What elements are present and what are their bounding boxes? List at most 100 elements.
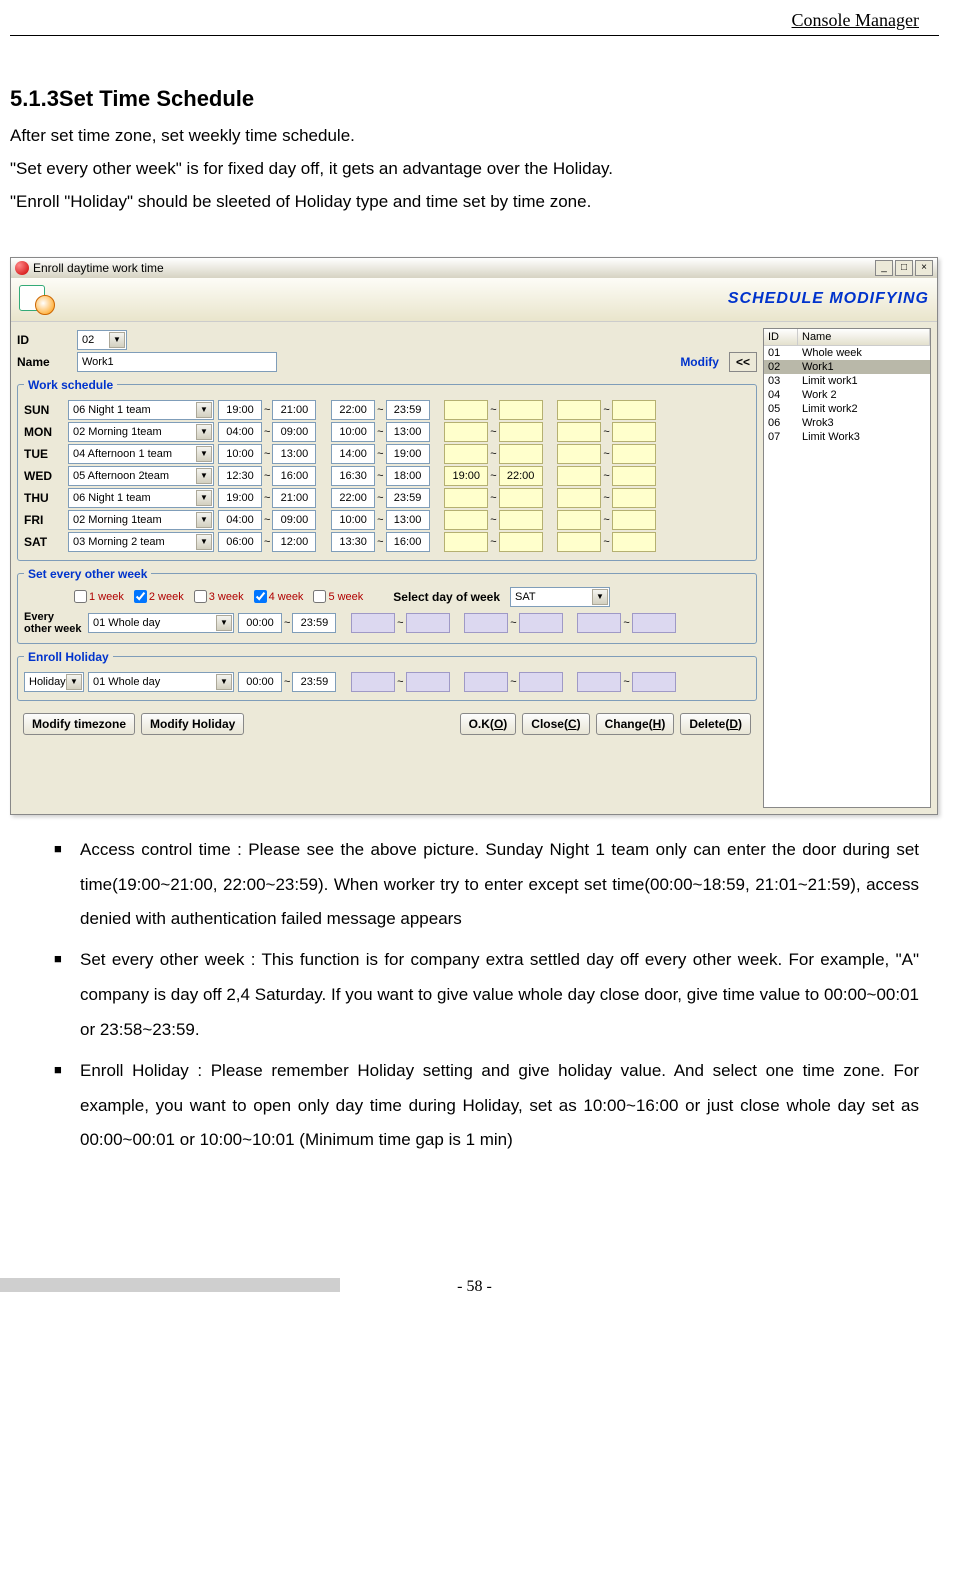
week-checkbox[interactable]: 4 week [254,590,304,603]
id-combo[interactable]: 02▼ [77,330,127,350]
time-input[interactable]: 13:30 [331,532,375,552]
time-input[interactable] [351,613,395,633]
modify-timezone-button[interactable]: Modify timezone [23,713,135,735]
time-input[interactable] [444,510,488,530]
change-button[interactable]: Change(H) [596,713,675,735]
time-input[interactable] [557,510,601,530]
time-input[interactable] [557,532,601,552]
time-input[interactable] [612,488,656,508]
time-input[interactable]: 16:30 [331,466,375,486]
time-input[interactable] [557,422,601,442]
time-input[interactable]: 12:00 [272,532,316,552]
time-input[interactable]: 21:00 [272,400,316,420]
time-input[interactable]: 18:00 [386,466,430,486]
holiday-team-combo[interactable]: 01 Whole day▼ [88,672,234,692]
time-input[interactable] [499,444,543,464]
time-input[interactable] [612,444,656,464]
time-input[interactable]: 23:59 [386,400,430,420]
time-input[interactable] [444,400,488,420]
every-team-combo[interactable]: 01 Whole day▼ [88,613,234,633]
team-combo[interactable]: 02 Morning 1team▼ [68,422,214,442]
name-input[interactable]: Work1 [77,352,277,372]
time-input[interactable] [519,672,563,692]
week-checkbox[interactable]: 3 week [194,590,244,603]
time-input[interactable]: 23:59 [386,488,430,508]
time-input[interactable]: 13:00 [386,422,430,442]
list-item[interactable]: 05Limit work2 [764,402,930,416]
time-input[interactable]: 19:00 [444,466,488,486]
time-input[interactable]: 09:00 [272,422,316,442]
time-input[interactable]: 16:00 [272,466,316,486]
holiday-type-combo[interactable]: Holiday▼ [24,672,84,692]
time-input[interactable] [464,672,508,692]
time-input[interactable]: 21:00 [272,488,316,508]
time-input[interactable] [444,444,488,464]
team-combo[interactable]: 04 Afternoon 1 team▼ [68,444,214,464]
time-input[interactable] [406,613,450,633]
list-item[interactable]: 02Work1 [764,360,930,374]
checkbox[interactable] [194,590,207,603]
time-input[interactable] [612,422,656,442]
time-input[interactable]: 14:00 [331,444,375,464]
time-input[interactable]: 13:00 [386,510,430,530]
modify-toggle-button[interactable]: << [729,352,757,372]
list-item[interactable]: 03Limit work1 [764,374,930,388]
time-input[interactable]: 16:00 [386,532,430,552]
time-input[interactable] [612,532,656,552]
team-combo[interactable]: 05 Afternoon 2team▼ [68,466,214,486]
time-input[interactable] [612,466,656,486]
time-input[interactable]: 10:00 [331,510,375,530]
team-combo[interactable]: 06 Night 1 team▼ [68,488,214,508]
minimize-button[interactable]: _ [875,260,893,276]
team-combo[interactable]: 03 Morning 2 team▼ [68,532,214,552]
list-item[interactable]: 07Limit Work3 [764,430,930,444]
time-input[interactable] [557,466,601,486]
time-input[interactable] [406,672,450,692]
checkbox[interactable] [134,590,147,603]
week-checkbox[interactable]: 2 week [134,590,184,603]
time-input[interactable] [577,672,621,692]
time-input[interactable]: 22:00 [331,488,375,508]
close-button[interactable]: Close(C) [522,713,589,735]
team-combo[interactable]: 02 Morning 1team▼ [68,510,214,530]
time-input[interactable] [557,488,601,508]
time-input[interactable]: 22:00 [331,400,375,420]
time-input[interactable] [519,613,563,633]
time-input[interactable] [632,672,676,692]
time-input[interactable]: 13:00 [272,444,316,464]
time-input[interactable]: 00:00 [238,613,282,633]
time-input[interactable]: 04:00 [218,510,262,530]
time-input[interactable] [499,400,543,420]
time-input[interactable] [499,422,543,442]
time-input[interactable]: 23:59 [292,672,336,692]
time-input[interactable] [577,613,621,633]
time-input[interactable] [444,422,488,442]
time-input[interactable] [351,672,395,692]
week-checkbox[interactable]: 1 week [74,590,124,603]
time-input[interactable]: 09:00 [272,510,316,530]
time-input[interactable]: 19:00 [218,400,262,420]
time-input[interactable]: 23:59 [292,613,336,633]
list-item[interactable]: 01Whole week [764,346,930,360]
maximize-button[interactable]: □ [895,260,913,276]
delete-button[interactable]: Delete(D) [680,713,751,735]
time-input[interactable] [499,510,543,530]
close-button[interactable]: × [915,260,933,276]
select-day-combo[interactable]: SAT▼ [510,587,610,607]
time-input[interactable] [632,613,676,633]
time-input[interactable]: 10:00 [331,422,375,442]
list-item[interactable]: 06Wrok3 [764,416,930,430]
time-input[interactable] [557,400,601,420]
checkbox[interactable] [74,590,87,603]
time-input[interactable]: 22:00 [499,466,543,486]
week-checkbox[interactable]: 5 week [313,590,363,603]
time-input[interactable]: 10:00 [218,444,262,464]
time-input[interactable] [612,400,656,420]
team-combo[interactable]: 06 Night 1 team▼ [68,400,214,420]
time-input[interactable]: 19:00 [218,488,262,508]
time-input[interactable] [612,510,656,530]
ok-button[interactable]: O.K(O) [460,713,517,735]
time-input[interactable]: 04:00 [218,422,262,442]
time-input[interactable]: 06:00 [218,532,262,552]
checkbox[interactable] [313,590,326,603]
